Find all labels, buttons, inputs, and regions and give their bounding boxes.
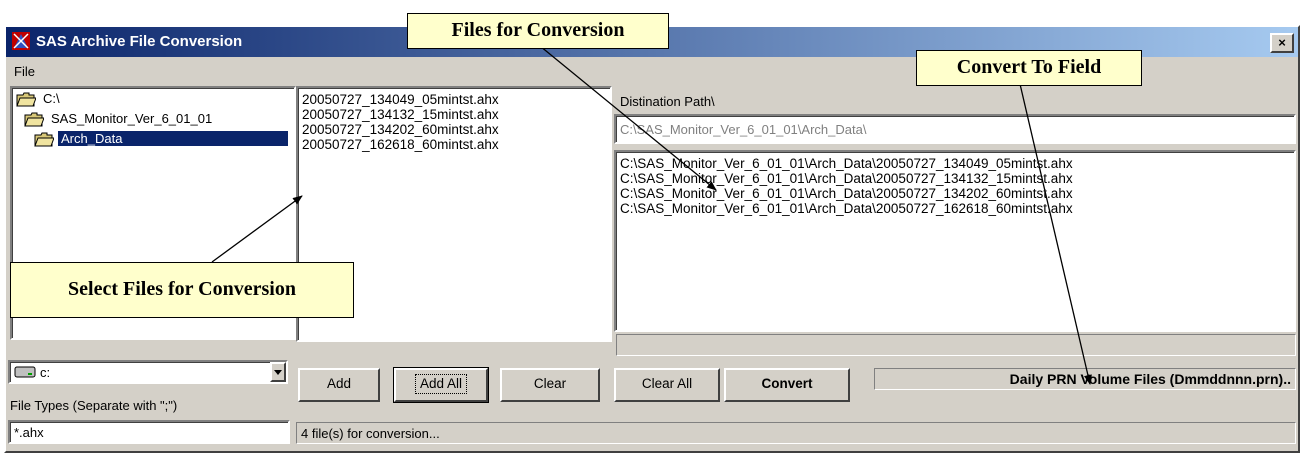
add-button-label: Add bbox=[326, 376, 352, 391]
drive-select-value: c: bbox=[40, 365, 51, 380]
tree-item-label: C:\ bbox=[43, 91, 60, 106]
conversion-list[interactable]: C:\SAS_Monitor_Ver_6_01_01\Arch_Data\200… bbox=[614, 150, 1296, 332]
app-icon bbox=[12, 32, 30, 50]
add-button[interactable]: Add bbox=[298, 368, 380, 402]
list-item[interactable]: 20050727_162618_60mintst.ahx bbox=[302, 137, 499, 152]
clear-button-label: Clear bbox=[533, 376, 567, 391]
window-title: SAS Archive File Conversion bbox=[36, 33, 243, 50]
list-item[interactable]: C:\SAS_Monitor_Ver_6_01_01\Arch_Data\200… bbox=[620, 186, 1073, 201]
convert-to-value: Daily PRN Volume Files (Dmmddnnn.prn).. bbox=[1009, 371, 1291, 387]
convert-to-field[interactable]: Daily PRN Volume Files (Dmmddnnn.prn).. bbox=[874, 368, 1296, 390]
file-types-field[interactable]: *.ahx bbox=[8, 420, 290, 444]
add-all-button[interactable]: Add All bbox=[393, 367, 489, 403]
folder-open-icon bbox=[24, 112, 44, 127]
destination-path-field[interactable]: C:\SAS_Monitor_Ver_6_01_01\Arch_Data\ bbox=[614, 114, 1296, 144]
clear-button[interactable]: Clear bbox=[500, 368, 600, 402]
clear-all-button-label: Clear All bbox=[641, 376, 693, 391]
menu-file[interactable]: File bbox=[14, 64, 35, 79]
tree-item-label: Arch_Data bbox=[58, 131, 289, 146]
drive-icon bbox=[14, 366, 36, 378]
close-button[interactable]: × bbox=[1270, 33, 1294, 53]
tree-item-label: SAS_Monitor_Ver_6_01_01 bbox=[51, 111, 213, 126]
chevron-down-icon bbox=[274, 370, 282, 375]
drive-select[interactable]: c: bbox=[8, 360, 288, 384]
convert-button[interactable]: Convert bbox=[724, 368, 850, 402]
list-item[interactable]: 20050727_134049_05mintst.ahx bbox=[302, 92, 499, 107]
folder-open-icon bbox=[34, 132, 54, 147]
dropdown-button[interactable] bbox=[270, 362, 286, 382]
destination-path-label: Distination Path\ bbox=[620, 94, 715, 109]
list-item[interactable]: 20050727_134202_60mintst.ahx bbox=[302, 122, 499, 137]
folder-open-icon bbox=[16, 92, 36, 107]
destination-path-value: C:\SAS_Monitor_Ver_6_01_01\Arch_Data\ bbox=[620, 122, 867, 137]
status-text: 4 file(s) for conversion... bbox=[301, 426, 440, 441]
callout-select-files: Select Files for Conversion bbox=[10, 262, 354, 318]
list-item[interactable]: C:\SAS_Monitor_Ver_6_01_01\Arch_Data\200… bbox=[620, 201, 1073, 216]
callout-files-for-conversion: Files for Conversion bbox=[407, 13, 669, 49]
clear-all-button[interactable]: Clear All bbox=[614, 368, 720, 402]
file-types-value: *.ahx bbox=[14, 425, 44, 440]
list-item[interactable]: C:\SAS_Monitor_Ver_6_01_01\Arch_Data\200… bbox=[620, 171, 1073, 186]
list-item[interactable]: C:\SAS_Monitor_Ver_6_01_01\Arch_Data\200… bbox=[620, 156, 1073, 171]
list-item[interactable]: 20050727_134132_15mintst.ahx bbox=[302, 107, 499, 122]
add-all-button-label: Add All bbox=[414, 374, 468, 394]
convert-button-label: Convert bbox=[761, 376, 813, 391]
file-types-label: File Types (Separate with ";") bbox=[10, 398, 178, 413]
status-bar: 4 file(s) for conversion... bbox=[296, 422, 1296, 444]
conversion-progress-bar bbox=[616, 334, 1296, 356]
callout-convert-to-field: Convert To Field bbox=[916, 50, 1142, 86]
close-icon: × bbox=[1278, 35, 1286, 50]
